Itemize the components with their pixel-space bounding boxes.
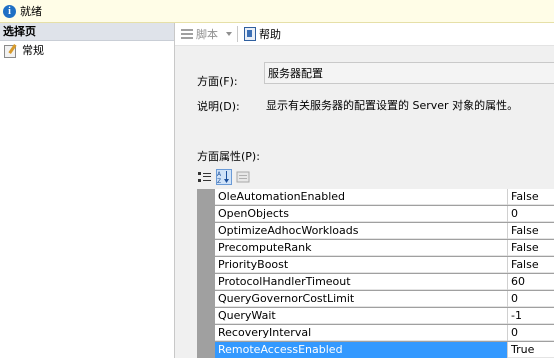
property-row[interactable]: OptimizeAdhocWorkloads False xyxy=(215,223,554,239)
facet-label: 方面(F): xyxy=(197,75,238,88)
page-item-label: 常规 xyxy=(22,44,44,57)
property-name[interactable]: PriorityBoost xyxy=(215,257,508,273)
property-name[interactable]: RecoveryInterval xyxy=(215,325,508,341)
script-label: 脚本 xyxy=(196,28,218,41)
property-row[interactable]: QueryGovernorCostLimit 0 xyxy=(215,291,554,307)
property-row[interactable]: PrecomputeRank False xyxy=(215,240,554,256)
alphabetical-sort-icon: A Z xyxy=(217,171,229,184)
info-icon: i xyxy=(3,4,16,18)
description-label: 说明(D): xyxy=(197,100,240,113)
property-value[interactable]: 0 xyxy=(508,325,554,341)
toolbar-separator xyxy=(237,26,238,42)
script-dropdown-arrow-icon[interactable] xyxy=(226,32,232,36)
general-page-panel: 方面(F): 服务器配置 说明(D): 显示有关服务器的配置设置的 Server… xyxy=(175,46,554,358)
property-name[interactable]: PrecomputeRank xyxy=(215,240,508,256)
property-name[interactable]: OleAutomationEnabled xyxy=(215,189,508,205)
page-item-general[interactable]: 常规 xyxy=(0,41,174,59)
status-text: 就绪 xyxy=(20,5,42,18)
script-icon xyxy=(180,28,194,40)
property-name[interactable]: RemoteAccessEnabled xyxy=(215,342,508,358)
toolbar: 脚本 帮助 xyxy=(175,23,554,46)
property-value[interactable]: 60 xyxy=(508,274,554,290)
property-pages-button[interactable] xyxy=(235,169,251,185)
property-value[interactable]: -1 xyxy=(508,308,554,324)
categorized-icon xyxy=(198,172,211,182)
property-row[interactable]: PriorityBoost False xyxy=(215,257,554,273)
property-row[interactable]: QueryWait -1 xyxy=(215,308,554,324)
help-button[interactable]: 帮助 xyxy=(242,25,283,43)
property-value[interactable]: False xyxy=(508,240,554,256)
property-value[interactable]: True xyxy=(508,342,554,358)
property-value[interactable]: False xyxy=(508,223,554,239)
property-name[interactable]: OptimizeAdhocWorkloads xyxy=(215,223,508,239)
property-row[interactable]: RemoteAccessEnabled True xyxy=(215,342,554,358)
property-value[interactable]: 0 xyxy=(508,291,554,307)
property-name[interactable]: OpenObjects xyxy=(215,206,508,222)
facet-field[interactable]: 服务器配置 xyxy=(264,62,554,84)
property-pages-icon xyxy=(236,171,250,183)
categorized-view-button[interactable] xyxy=(197,169,213,185)
facet-properties-label: 方面属性(P): xyxy=(197,150,260,163)
property-name[interactable]: ProtocolHandlerTimeout xyxy=(215,274,508,290)
svg-text:A: A xyxy=(217,171,222,178)
property-row[interactable]: ProtocolHandlerTimeout 60 xyxy=(215,274,554,290)
alphabetical-view-button[interactable]: A Z xyxy=(216,169,232,185)
property-name[interactable]: QueryWait xyxy=(215,308,508,324)
property-value[interactable]: 0 xyxy=(508,206,554,222)
property-name[interactable]: QueryGovernorCostLimit xyxy=(215,291,508,307)
script-button[interactable]: 脚本 xyxy=(178,25,220,43)
property-row[interactable]: RecoveryInterval 0 xyxy=(215,325,554,341)
general-page-icon xyxy=(4,44,18,58)
svg-text:Z: Z xyxy=(217,178,221,184)
select-page-pane: 选择页 常规 xyxy=(0,23,175,358)
property-grid: OleAutomationEnabled False OpenObjects 0 Opt… xyxy=(197,189,554,358)
help-icon xyxy=(244,27,256,41)
property-grid-toolbar: A Z xyxy=(197,167,254,187)
property-row[interactable]: OpenObjects 0 xyxy=(215,206,554,222)
status-bar: i 就绪 xyxy=(0,0,554,23)
property-value[interactable]: False xyxy=(508,189,554,205)
help-label: 帮助 xyxy=(259,28,281,41)
property-value[interactable]: False xyxy=(508,257,554,273)
select-page-header: 选择页 xyxy=(0,23,174,41)
description-text: 显示有关服务器的配置设置的 Server 对象的属性。 xyxy=(266,99,519,112)
property-row[interactable]: OleAutomationEnabled False xyxy=(215,189,554,205)
